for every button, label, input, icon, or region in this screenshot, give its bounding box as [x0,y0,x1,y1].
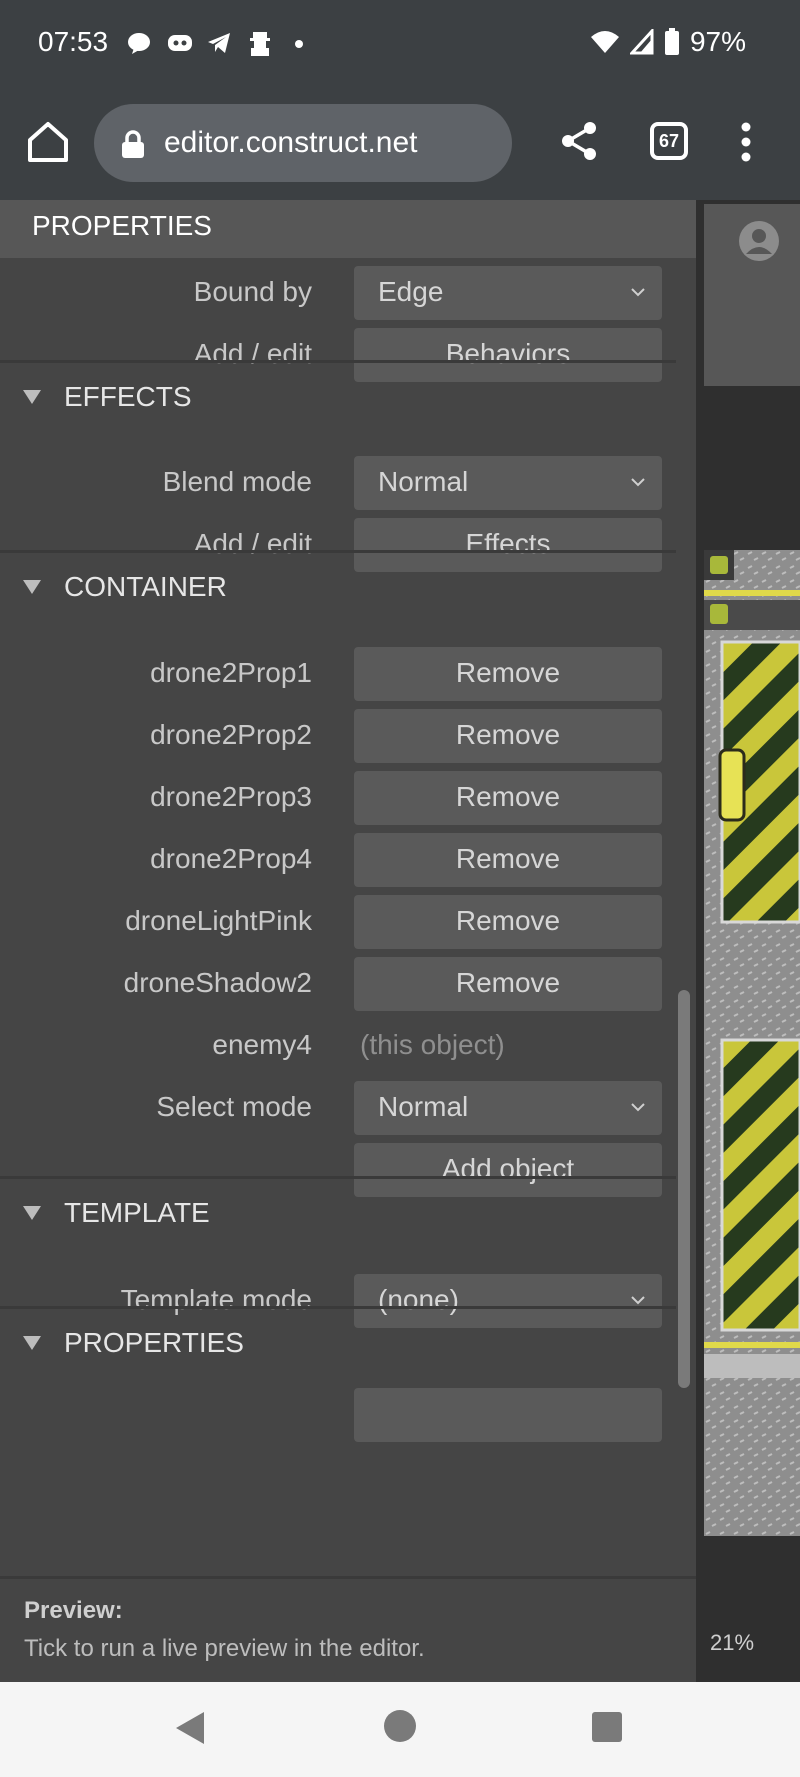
system-navigation-bar [0,1682,800,1777]
chevron-down-icon [631,288,645,297]
lock-icon [122,130,144,158]
section-title: TEMPLATE [64,1197,210,1228]
home-icon [28,122,68,162]
panel-scrollbar-thumb[interactable] [678,990,690,1388]
section-title: CONTAINER [64,571,227,602]
address-bar[interactable]: editor.construct.net [94,104,512,182]
remove-button[interactable]: Remove [354,895,662,949]
status-time: 07:53 [38,26,109,57]
container-object-name: droneLightPink [125,905,312,936]
container-row-this-object: enemy4 (this object) [0,1011,676,1081]
select-value: Normal [378,1091,469,1122]
kebab-menu-icon [741,122,751,162]
battery-level: 97% [689,26,746,57]
remove-button[interactable]: Remove [354,833,662,887]
chevron-down-icon [631,478,645,487]
remove-button[interactable]: Remove [354,771,662,825]
recents-square-icon[interactable] [592,1712,622,1742]
tab-switcher-button[interactable]: 67 [650,122,688,160]
property-row-partial [0,1380,676,1450]
container-object-name: drone2Prop3 [150,781,312,812]
collapse-triangle-icon [23,580,41,594]
properties-panel: PROPERTIES Bound by Edge Add / edit Beha… [0,200,696,1682]
container-object-name: droneShadow2 [123,967,312,998]
layout-view-toolbar [704,204,800,386]
chat-bubble-icon [126,30,152,56]
browser-toolbar: editor.construct.net 67 [0,88,800,200]
home-circle-icon[interactable] [384,1710,416,1742]
status-bar: 07:53 97% [0,0,800,88]
property-label: Select mode [156,1091,312,1122]
zoom-level: 21% [710,1630,755,1655]
section-title: PROPERTIES [64,1327,244,1358]
chevron-down-icon [631,1103,645,1112]
blend-mode-select[interactable]: Normal [354,456,662,510]
partial-property-control[interactable] [354,1388,662,1442]
select-value: Normal [378,466,469,497]
this-object-note: (this object) [360,1029,505,1060]
property-label: Bound by [193,276,312,307]
collapse-triangle-icon [23,1206,41,1220]
container-object-name: drone2Prop1 [150,657,312,688]
section-title: EFFECTS [64,381,192,412]
property-row-blend-mode: Blend mode Normal [0,448,676,518]
section-properties[interactable]: PROPERTIES [0,1306,676,1376]
select-mode-select[interactable]: Normal [354,1081,662,1135]
help-box: Preview: Tick to run a live preview in t… [0,1576,696,1682]
share-icon [562,122,596,160]
collapse-triangle-icon [23,390,41,404]
back-icon[interactable] [174,1710,208,1746]
game-canvas[interactable] [704,550,800,1536]
status-right: 97% [590,26,746,58]
user-avatar-icon[interactable] [738,220,780,262]
more-menu-button[interactable] [740,122,752,162]
property-row-select-mode: Select mode Normal [0,1073,676,1143]
bound-by-select[interactable]: Edge [354,266,662,320]
layout-view[interactable]: 21% [696,200,800,1682]
battery-icon [664,28,679,55]
remove-button[interactable]: Remove [354,647,662,701]
telegram-icon [206,30,232,56]
section-template[interactable]: TEMPLATE [0,1176,676,1246]
remove-button[interactable]: Remove [354,709,662,763]
container-row: drone2Prop1 Remove [0,639,676,709]
help-text: Tick to run a live preview in the editor… [24,1635,425,1662]
help-title: Preview: [24,1597,123,1624]
property-label: Blend mode [162,466,312,497]
notification-icons [126,30,312,56]
container-row: droneLightPink Remove [0,887,676,957]
container-object-name: drone2Prop2 [150,719,312,750]
remove-button[interactable]: Remove [354,957,662,1011]
properties-list[interactable]: Bound by Edge Add / edit Behaviors EFFEC… [0,258,676,1682]
signal-icon [629,29,654,55]
container-row: drone2Prop3 Remove [0,763,676,833]
character-icon [246,30,272,56]
home-button[interactable] [24,118,72,166]
container-row: drone2Prop2 Remove [0,701,676,771]
dot-icon [286,30,312,56]
section-container[interactable]: CONTAINER [0,550,676,620]
container-row: drone2Prop4 Remove [0,825,676,895]
game-scene-preview [704,550,800,1536]
section-effects[interactable]: EFFECTS [0,360,676,430]
panel-header: PROPERTIES [0,200,696,258]
container-object-name: enemy4 [212,1029,312,1060]
select-value: Edge [378,276,444,307]
url-text: editor.construct.net [164,126,418,159]
property-row-bound-by: Bound by Edge [0,258,676,328]
container-object-name: drone2Prop4 [150,843,312,874]
discord-icon [166,30,192,56]
wifi-icon [590,31,619,53]
share-button[interactable] [558,120,600,162]
collapse-triangle-icon [23,1336,41,1350]
container-row: droneShadow2 Remove [0,949,676,1019]
